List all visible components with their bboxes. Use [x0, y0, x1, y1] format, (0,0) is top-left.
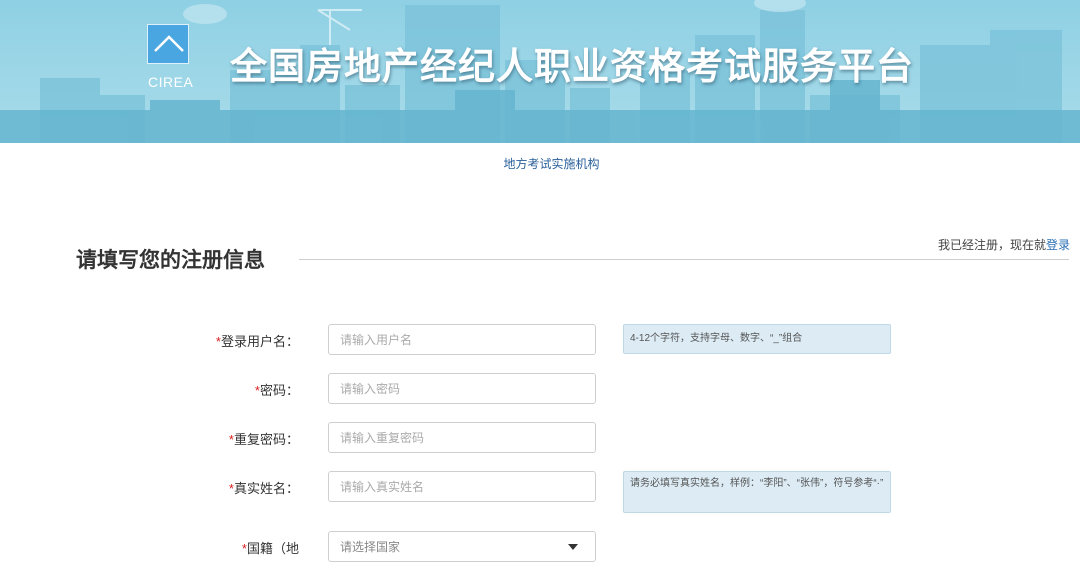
- logo-roof-icon: [147, 24, 189, 64]
- nationality-select[interactable]: 请选择国家: [328, 531, 596, 562]
- real-name-tip: 请务必填写真实姓名，样例：“李阳”、“张伟”，符号参考“·”: [623, 471, 891, 513]
- nationality-select-value: 请选择国家: [340, 540, 401, 554]
- real-name-input[interactable]: [328, 471, 596, 502]
- repeat-password-row: *重复密码：: [0, 422, 1080, 454]
- login-hint: 我已经注册，现在就登录: [938, 236, 1070, 253]
- repeat-password-label: *重复密码：: [228, 432, 299, 447]
- login-prompt-text: 我已经注册，现在就: [937, 238, 1046, 252]
- nationality-row: *国籍（地 请选择国家: [0, 531, 1080, 563]
- nav-link-local-exam-agencies[interactable]: 地方考试实施机构: [0, 155, 1080, 172]
- logo-text: CIREA: [148, 74, 194, 90]
- password-input[interactable]: [328, 373, 596, 404]
- section-divider: [299, 259, 1069, 260]
- username-row: *登录用户名： 4-12个字符，支持字母、数字、“_”组合: [0, 324, 1080, 356]
- site-title: 全国房地产经纪人职业资格考试服务平台: [230, 46, 914, 87]
- password-label: *密码：: [254, 383, 299, 398]
- form-title: 请填写您的注册信息: [76, 249, 265, 272]
- login-link[interactable]: 登录: [1046, 238, 1070, 252]
- password-row: *密码：: [0, 373, 1080, 405]
- username-input[interactable]: [328, 324, 596, 355]
- nationality-label: *国籍（地: [241, 541, 299, 556]
- real-name-label: *真实姓名：: [228, 481, 299, 496]
- header-banner: CIREA 全国房地产经纪人职业资格考试服务平台: [0, 0, 1080, 143]
- username-label: *登录用户名：: [215, 334, 299, 349]
- chevron-down-icon: [568, 544, 578, 550]
- username-tip: 4-12个字符，支持字母、数字、“_”组合: [623, 324, 891, 354]
- cirea-logo[interactable]: CIREA: [147, 24, 194, 94]
- repeat-password-input[interactable]: [328, 422, 596, 453]
- real-name-row: *真实姓名： 请务必填写真实姓名，样例：“李阳”、“张伟”，符号参考“·”: [0, 471, 1080, 513]
